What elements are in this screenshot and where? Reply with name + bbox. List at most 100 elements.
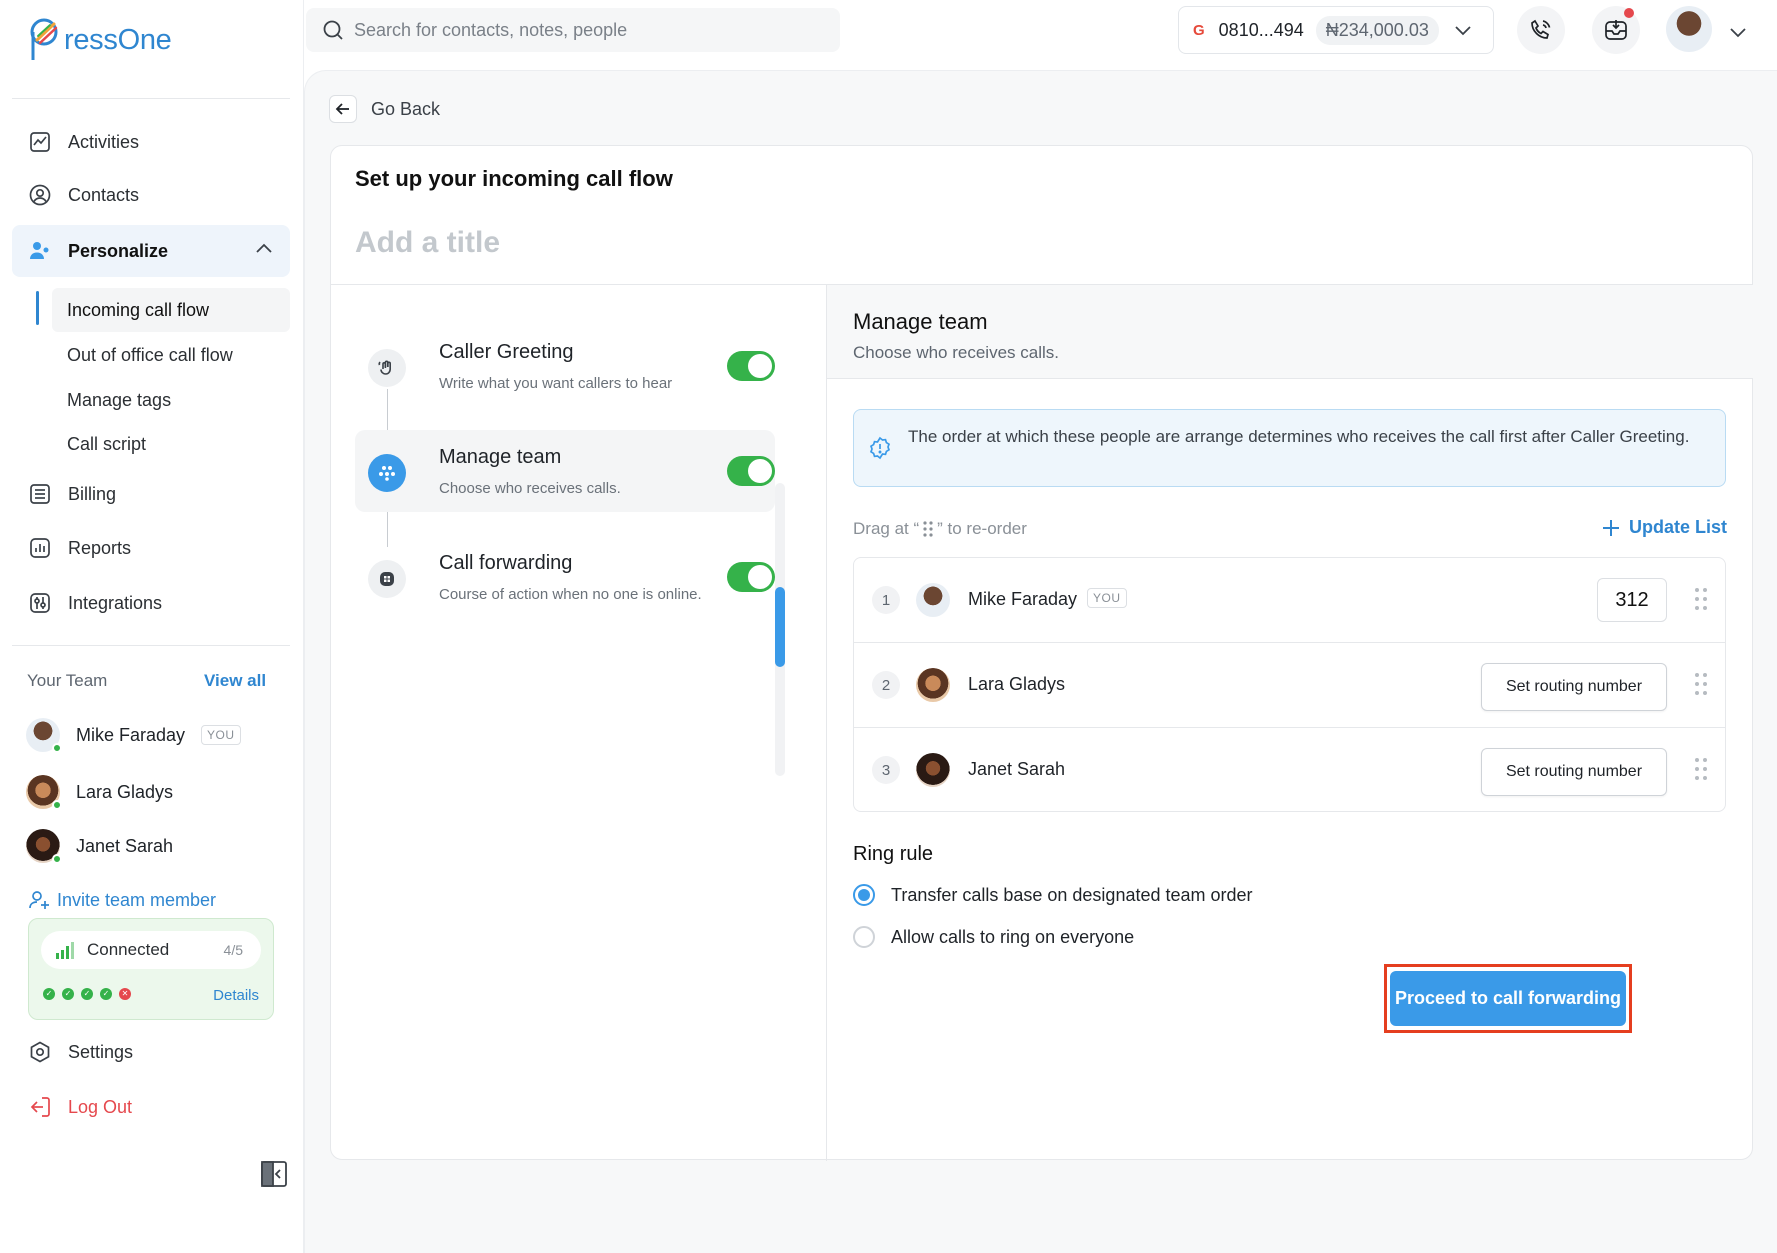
nav-personalize[interactable]: Personalize xyxy=(12,225,290,277)
user-avatar[interactable] xyxy=(1666,6,1712,52)
chevron-down-icon[interactable] xyxy=(1728,22,1748,47)
ring-rule-option-team-order[interactable]: Transfer calls base on designated team o… xyxy=(853,884,1253,906)
row-index: 1 xyxy=(872,586,900,614)
call-flow-card: Set up your incoming call flow Add a tit… xyxy=(330,145,1753,1161)
drag-hint-prefix: Drag at “ xyxy=(853,519,920,538)
nav-label: Activities xyxy=(68,131,140,152)
team-row[interactable]: 3 Janet Sarah Set routing number xyxy=(854,728,1725,813)
proceed-to-call-forwarding-button[interactable]: Proceed to call forwarding xyxy=(1390,971,1626,1026)
manage-team-pane: Manage team Choose who receives calls. T… xyxy=(826,285,1753,1161)
caller-greeting-toggle[interactable] xyxy=(727,351,775,381)
invite-label: Invite team member xyxy=(57,889,217,910)
member-name: Mike Faraday xyxy=(76,724,186,745)
phone-call-icon xyxy=(1528,17,1554,43)
error-x-icon: ✕ xyxy=(119,988,131,1000)
nav-contacts[interactable]: Contacts xyxy=(12,172,290,218)
avatar xyxy=(916,668,950,702)
drag-hint-suffix: ” to re-order xyxy=(937,519,1027,538)
connection-pill: Connected 4/5 xyxy=(41,931,261,969)
sidebar: ressOne Activities Contacts Personalize xyxy=(0,0,304,1253)
nav-label: Integrations xyxy=(68,592,163,613)
chevron-up-icon[interactable] xyxy=(254,239,274,264)
plus-icon xyxy=(1601,518,1621,538)
nav-label: Log Out xyxy=(68,1096,133,1117)
set-routing-number-button[interactable]: Set routing number xyxy=(1481,748,1667,796)
wallet-balance: ₦234,000.03 xyxy=(1315,15,1439,45)
online-status-dot xyxy=(52,800,62,810)
drag-handle-icon[interactable] xyxy=(1693,756,1709,787)
arrow-left-icon xyxy=(329,95,357,123)
go-back-button[interactable]: Go Back xyxy=(329,95,440,123)
search-bar[interactable]: Search for contacts, notes, people xyxy=(306,8,840,52)
subnav-manage-tags[interactable]: Manage tags xyxy=(52,378,290,422)
sidebar-divider xyxy=(12,645,290,646)
dialer-button[interactable] xyxy=(1517,6,1565,54)
nav-label: Settings xyxy=(68,1041,134,1062)
nav-settings[interactable]: Settings xyxy=(12,1029,290,1075)
manage-team-toggle[interactable] xyxy=(727,456,775,486)
nav-logout[interactable]: Log Out xyxy=(12,1084,290,1130)
collapse-sidebar-icon[interactable] xyxy=(260,1160,288,1188)
radio-unselected[interactable] xyxy=(853,926,875,948)
step-desc: Write what you want callers to hear xyxy=(439,375,673,392)
step-title: Caller Greeting xyxy=(439,341,574,363)
drag-handle-icon[interactable] xyxy=(1693,586,1709,617)
activity-chart-icon xyxy=(27,130,52,155)
ring-rule-option-ring-everyone[interactable]: Allow calls to ring on everyone xyxy=(853,926,1134,948)
connection-status-card: Connected 4/5 ✓ ✓ ✓ ✓ ✕ Details xyxy=(28,918,274,1020)
team-row[interactable]: 1 Mike Faraday YOU 312 xyxy=(854,558,1725,643)
step-call-forwarding[interactable]: Call forwarding Course of action when no… xyxy=(355,536,775,618)
update-list-label: Update List xyxy=(1628,517,1727,537)
invite-team-member-link[interactable]: Invite team member xyxy=(27,888,216,912)
steps-scrollbar-thumb[interactable] xyxy=(775,587,785,667)
connection-details-link[interactable]: Details xyxy=(213,987,259,1004)
info-text: The order at which these people are arra… xyxy=(908,427,1690,446)
inbox-download-icon xyxy=(1603,17,1629,43)
nav-activities[interactable]: Activities xyxy=(12,119,290,165)
logo-mark-icon xyxy=(28,16,66,64)
subnav-call-script[interactable]: Call script xyxy=(52,422,290,466)
connection-dots: ✓ ✓ ✓ ✓ ✕ xyxy=(43,988,131,1000)
drag-handle-icon[interactable] xyxy=(1693,671,1709,702)
team-view-all-link[interactable]: View all xyxy=(204,671,266,691)
google-g-icon: G xyxy=(1193,21,1205,39)
team-member[interactable]: Lara Gladys xyxy=(26,775,173,810)
call-forwarding-toggle[interactable] xyxy=(727,562,775,592)
logo[interactable]: ressOne xyxy=(28,16,172,64)
subnav-incoming-call-flow[interactable]: Incoming call flow xyxy=(52,288,290,332)
check-icon: ✓ xyxy=(43,988,55,1000)
nav-label: Billing xyxy=(68,483,117,504)
team-row[interactable]: 2 Lara Gladys Set routing number xyxy=(854,643,1725,728)
forwarding-icon xyxy=(368,560,406,598)
connection-label: Connected xyxy=(87,940,170,959)
settings-gear-icon xyxy=(27,1040,52,1065)
subnav-out-of-office-call-flow[interactable]: Out of office call flow xyxy=(52,333,290,377)
extension-field[interactable]: 312 xyxy=(1597,578,1667,622)
step-caller-greeting[interactable]: Caller Greeting Write what you want call… xyxy=(355,325,775,407)
team-dots-icon xyxy=(368,454,406,492)
nav-reports[interactable]: Reports xyxy=(12,525,290,571)
step-desc: Course of action when no one is online. xyxy=(439,586,702,603)
update-list-button[interactable]: Update List xyxy=(1601,517,1727,538)
inbox-button[interactable] xyxy=(1592,6,1640,54)
nav-billing[interactable]: Billing xyxy=(12,471,290,517)
notification-dot xyxy=(1624,8,1634,18)
wallet-selector[interactable]: G 0810...494 ₦234,000.03 xyxy=(1178,6,1494,54)
waving-hand-icon xyxy=(368,349,406,387)
row-name: Lara Gladys xyxy=(968,674,1066,694)
set-routing-number-button[interactable]: Set routing number xyxy=(1481,663,1667,711)
team-heading: Your Team xyxy=(27,671,108,690)
row-name: Janet Sarah xyxy=(968,759,1066,779)
team-order-list: 1 Mike Faraday YOU 312 2 Lara Gladys Set… xyxy=(853,557,1726,812)
online-status-dot xyxy=(52,854,62,864)
nav-integrations[interactable]: Integrations xyxy=(12,580,290,626)
wallet-number: 0810...494 xyxy=(1218,19,1304,40)
radio-selected[interactable] xyxy=(853,884,875,906)
pane-header: Manage team Choose who receives calls. xyxy=(827,285,1753,379)
flow-title-input[interactable]: Add a title xyxy=(355,226,500,260)
team-member[interactable]: Janet Sarah xyxy=(26,829,173,864)
pane-title: Manage team xyxy=(853,309,988,334)
step-manage-team[interactable]: Manage team Choose who receives calls. xyxy=(355,430,775,512)
logo-text: ressOne xyxy=(64,23,172,56)
team-member[interactable]: Mike Faraday YOU xyxy=(26,718,241,753)
